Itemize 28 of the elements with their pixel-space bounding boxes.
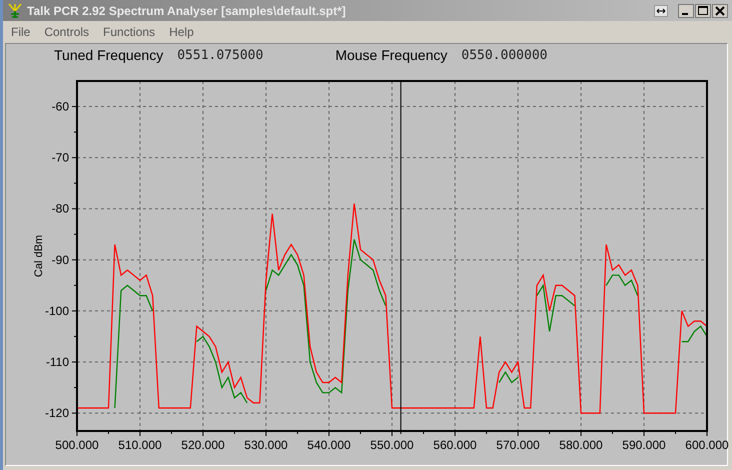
window-title: Talk PCR 2.92 Spectrum Analyser [samples\default.spt*] <box>27 4 346 18</box>
x-tick-label: 510.000 <box>118 438 162 452</box>
y-axis-label: Cal dBm <box>33 234 45 278</box>
x-tick-label: 540.000 <box>307 438 351 452</box>
readout-value: 0550.000000 <box>461 48 548 62</box>
readout-value: 0551.075000 <box>177 48 264 62</box>
y-tick-label: -70 <box>52 150 69 165</box>
menu-item[interactable]: Help <box>169 25 194 39</box>
x-tick-label: 590.000 <box>622 438 666 452</box>
menu-item[interactable]: Controls <box>44 25 90 39</box>
x-tick-label: 520.000 <box>181 438 225 452</box>
menu-item[interactable]: Functions <box>103 25 156 39</box>
y-tick-label: -90 <box>52 252 69 267</box>
y-tick-label: -120 <box>44 406 69 420</box>
y-tick-label: -60 <box>52 100 69 114</box>
readout-label: Tuned Frequency <box>54 47 164 63</box>
y-tick-label: -100 <box>44 304 69 318</box>
readout-label: Mouse Frequency <box>335 47 448 63</box>
x-tick-label: 560.000 <box>433 438 477 452</box>
x-tick-label: 500.000 <box>55 438 99 452</box>
y-tick-label: -110 <box>46 355 69 370</box>
x-tick-label: 530.000 <box>244 438 288 452</box>
x-tick-label: 580.000 <box>559 438 603 452</box>
x-tick-label: 600.000 <box>685 438 729 452</box>
y-tick-label: -80 <box>52 202 69 216</box>
x-tick-label: 550.000 <box>370 438 414 452</box>
menu-item[interactable]: File <box>11 25 30 39</box>
x-tick-label: 570.000 <box>496 438 540 452</box>
